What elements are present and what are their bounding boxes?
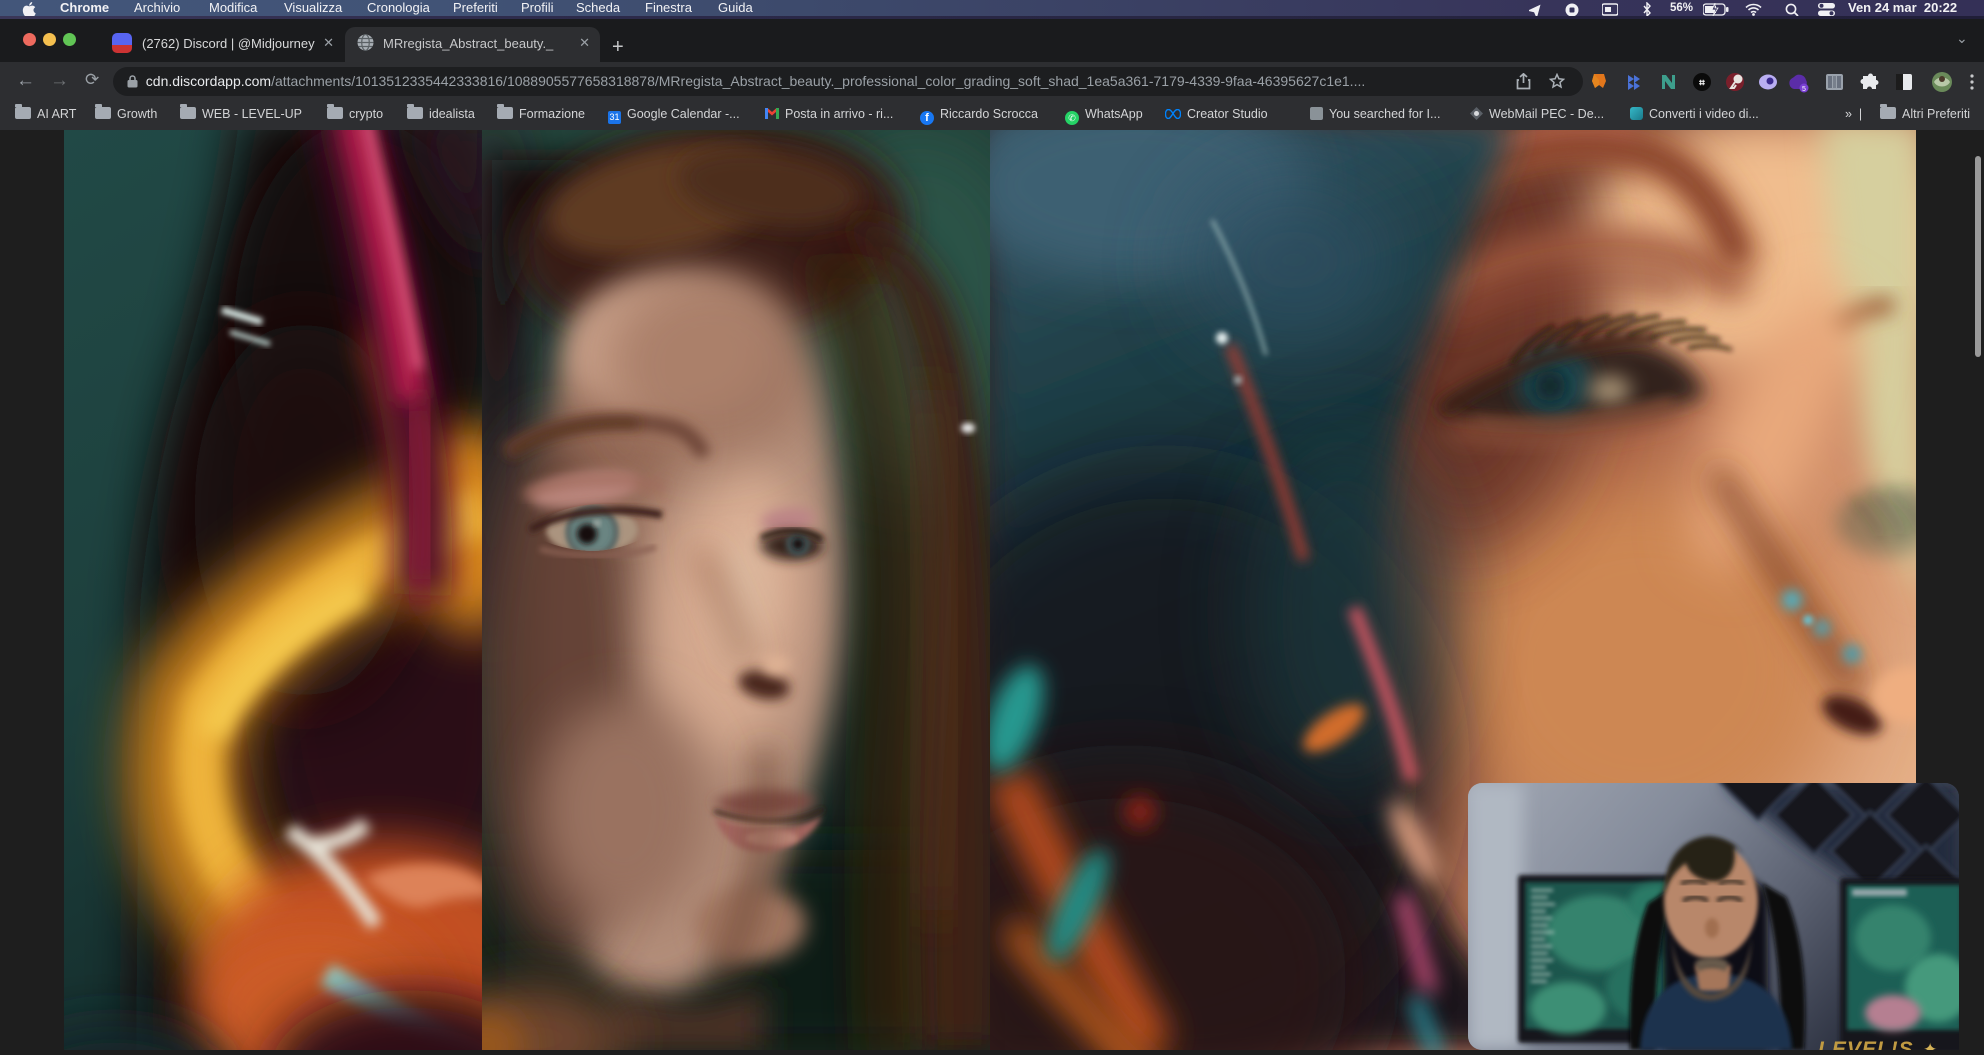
svg-text:✦: ✦ [1923, 1040, 1937, 1050]
svg-text:LEVEL!S: LEVEL!S [1818, 1038, 1914, 1050]
svg-text:5: 5 [1802, 86, 1806, 93]
svg-text:⌗: ⌗ [1698, 78, 1705, 89]
